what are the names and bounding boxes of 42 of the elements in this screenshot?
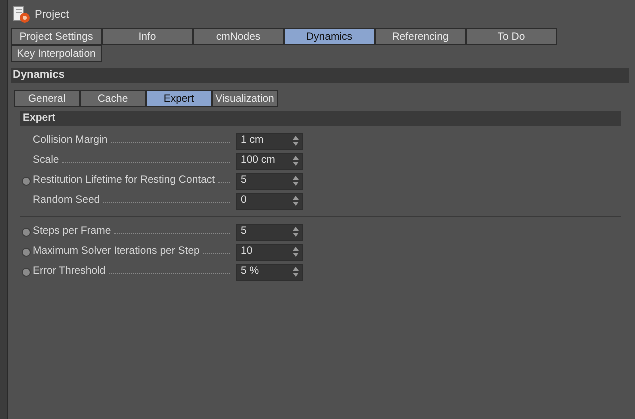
number-field[interactable]: 1 cm <box>236 132 303 150</box>
number-field[interactable]: 0 <box>236 192 303 210</box>
spinner-arrows-icon[interactable] <box>293 136 299 146</box>
field-label: Collision Margin <box>33 133 108 148</box>
document-gear-icon <box>13 6 31 24</box>
spinner-arrows-icon[interactable] <box>293 156 299 166</box>
keyframe-dot[interactable] <box>22 268 31 276</box>
spinner-arrows-icon[interactable] <box>293 176 299 186</box>
tab[interactable]: To Do <box>466 28 557 45</box>
leader-line <box>218 182 230 184</box>
keyframe-dot[interactable] <box>22 228 31 236</box>
section-header: Dynamics <box>11 68 629 83</box>
window-title: Project <box>35 8 70 23</box>
tab[interactable]: General <box>14 90 80 107</box>
spinner-arrows-icon[interactable] <box>293 247 299 257</box>
tab[interactable]: Info <box>102 28 193 45</box>
tab[interactable]: Dynamics <box>284 28 375 45</box>
tab[interactable]: Visualization <box>212 90 278 107</box>
field-label: Maximum Solver Iterations per Step <box>33 244 200 260</box>
field-label: Error Threshold <box>33 264 106 280</box>
tab[interactable]: Expert <box>146 90 212 107</box>
tab[interactable]: Project Settings <box>11 28 102 45</box>
tab[interactable]: Cache <box>80 90 146 107</box>
field-label: Steps per Frame <box>33 224 112 240</box>
number-field[interactable]: 100 cm <box>236 152 303 170</box>
number-field[interactable]: 10 <box>236 244 303 260</box>
group-header: Expert <box>20 111 621 126</box>
tab[interactable]: Key Interpolation <box>11 45 102 62</box>
field-label: Scale <box>33 153 60 168</box>
keyframe-dot[interactable] <box>22 176 31 186</box>
spinner-arrows-icon[interactable] <box>293 227 299 237</box>
number-field[interactable]: 5 <box>236 224 303 240</box>
tab[interactable]: Referencing <box>375 28 466 45</box>
field-label: Random Seed <box>33 193 100 208</box>
tab[interactable]: cmNodes <box>193 28 284 45</box>
keyframe-dot[interactable] <box>22 248 31 256</box>
spinner-arrows-icon[interactable] <box>293 196 299 206</box>
number-field[interactable]: 5 % <box>236 264 303 280</box>
field-label: Restitution Lifetime for Resting Contact <box>33 173 216 188</box>
leader-line <box>202 253 230 254</box>
spinner-arrows-icon[interactable] <box>293 267 299 277</box>
number-field[interactable]: 5 <box>236 172 303 190</box>
